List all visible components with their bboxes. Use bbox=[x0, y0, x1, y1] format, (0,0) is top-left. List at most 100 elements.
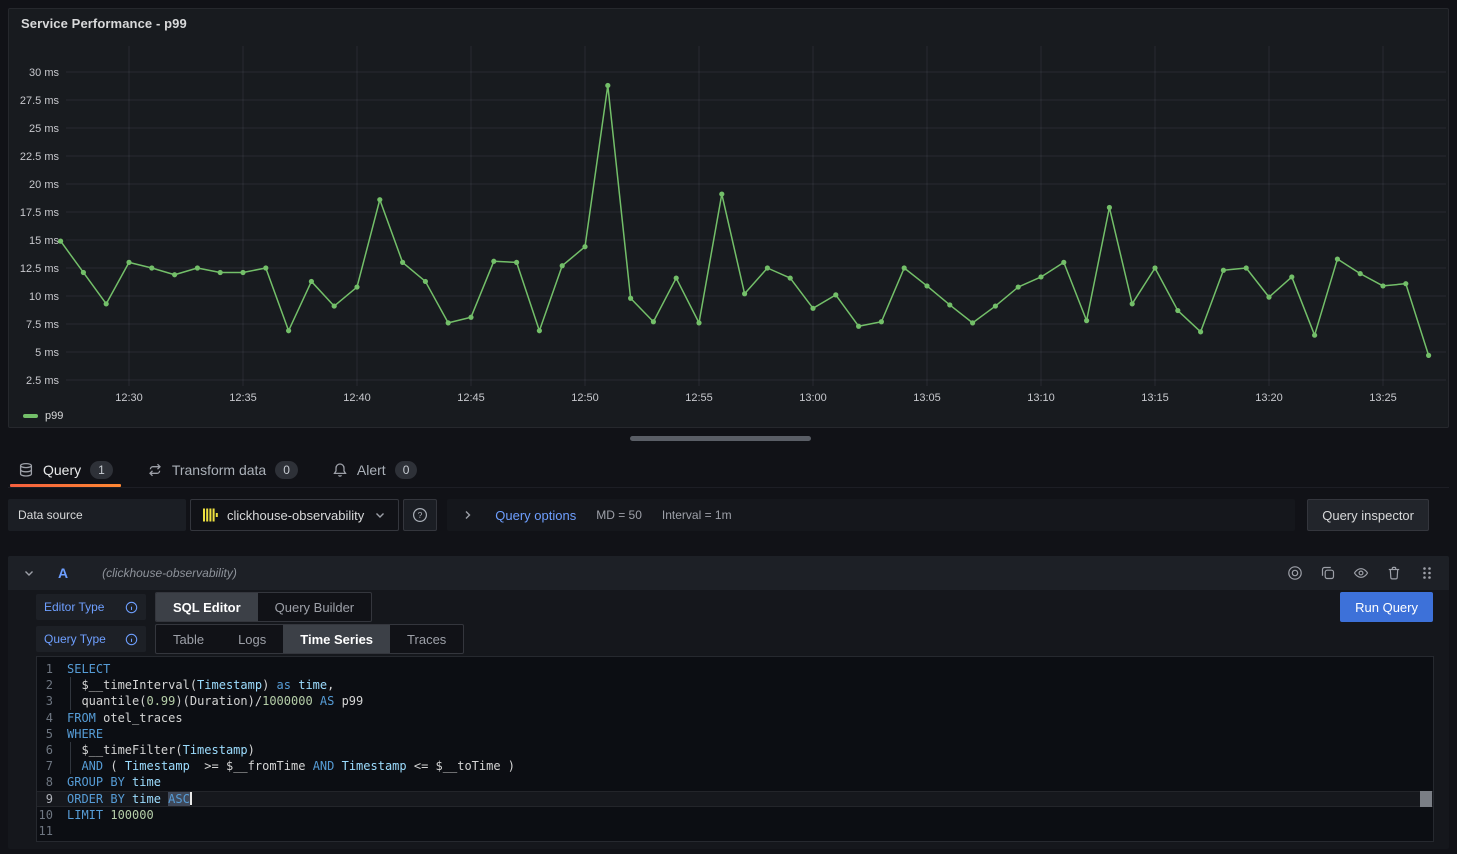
code-line-3[interactable]: 3 quantile(0.99)(Duration)/1000000 AS p9… bbox=[37, 693, 1433, 709]
code-text: $__timeFilter(Timestamp) bbox=[67, 742, 255, 758]
query-type-option-logs[interactable]: Logs bbox=[221, 625, 283, 653]
svg-text:13:00: 13:00 bbox=[799, 392, 827, 404]
datasource-help-button[interactable]: ? bbox=[403, 499, 437, 531]
info-icon[interactable] bbox=[125, 633, 138, 646]
code-line-5[interactable]: 5WHERE bbox=[37, 726, 1433, 742]
svg-text:13:05: 13:05 bbox=[913, 392, 941, 404]
database-icon bbox=[18, 462, 34, 478]
svg-text:30 ms: 30 ms bbox=[29, 67, 59, 79]
line-number: 5 bbox=[37, 726, 67, 742]
indent-guide bbox=[70, 677, 71, 693]
code-text: ORDER BY time ASC bbox=[67, 791, 192, 807]
chevron-down-icon bbox=[373, 508, 387, 522]
svg-text:17.5 ms: 17.5 ms bbox=[20, 207, 60, 219]
query-type-field-label: Query Type bbox=[36, 626, 146, 652]
transform-icon bbox=[147, 462, 163, 478]
query-type-label-text: Query Type bbox=[44, 632, 106, 646]
code-line-2[interactable]: 2 $__timeInterval(Timestamp) as time, bbox=[37, 677, 1433, 693]
svg-text:22.5 ms: 22.5 ms bbox=[20, 151, 60, 163]
indent-guide bbox=[70, 742, 71, 758]
code-text: GROUP BY time bbox=[67, 774, 161, 790]
editor-type-field-label: Editor Type bbox=[36, 594, 146, 620]
query-ref-id: A bbox=[58, 565, 68, 581]
query-row-header[interactable]: A (clickhouse-observability) bbox=[8, 556, 1449, 590]
editor-type-option-query-builder[interactable]: Query Builder bbox=[258, 593, 371, 621]
tab-count-badge: 0 bbox=[395, 461, 418, 479]
tab-label: Transform data bbox=[172, 462, 266, 478]
tab-label: Alert bbox=[357, 462, 386, 478]
sql-code-editor[interactable]: 1SELECT2 $__timeInterval(Timestamp) as t… bbox=[36, 656, 1434, 842]
legend-item-p99[interactable]: p99 bbox=[23, 410, 63, 422]
query-type-option-traces[interactable]: Traces bbox=[390, 625, 463, 653]
editor-type-label-text: Editor Type bbox=[44, 600, 104, 614]
svg-text:?: ? bbox=[418, 510, 423, 520]
svg-text:5 ms: 5 ms bbox=[35, 347, 59, 359]
line-number: 6 bbox=[37, 742, 67, 758]
svg-text:27.5 ms: 27.5 ms bbox=[20, 95, 60, 107]
tab-alert[interactable]: Alert 0 bbox=[322, 452, 427, 487]
time-series-panel: Service Performance - p99 2.5 ms5 ms7.5 … bbox=[8, 8, 1449, 428]
legend-swatch bbox=[23, 414, 38, 418]
tab-query[interactable]: Query 1 bbox=[8, 452, 123, 487]
line-number: 4 bbox=[37, 710, 67, 726]
tab-count-badge: 1 bbox=[90, 461, 113, 479]
code-text: $__timeInterval(Timestamp) as time, bbox=[67, 677, 334, 693]
code-line-4[interactable]: 4FROM otel_traces bbox=[37, 710, 1433, 726]
query-type-option-table[interactable]: Table bbox=[156, 625, 221, 653]
legend-label: p99 bbox=[45, 410, 63, 422]
editor-type-option-sql-editor[interactable]: SQL Editor bbox=[156, 593, 258, 621]
info-icon[interactable] bbox=[125, 601, 138, 614]
line-number: 10 bbox=[37, 807, 67, 823]
editor-overview-cursor-marker bbox=[1420, 791, 1432, 807]
collapse-chevron-down-icon[interactable] bbox=[22, 566, 36, 580]
query-inspector-button[interactable]: Query inspector bbox=[1307, 499, 1429, 531]
code-text: WHERE bbox=[67, 726, 103, 742]
run-query-button[interactable]: Run Query bbox=[1340, 592, 1433, 622]
eye-icon[interactable] bbox=[1353, 565, 1369, 581]
svg-text:20 ms: 20 ms bbox=[29, 179, 59, 191]
panel-title[interactable]: Service Performance - p99 bbox=[21, 16, 187, 31]
code-text: quantile(0.99)(Duration)/1000000 AS p99 bbox=[67, 693, 363, 709]
tab-transform-data[interactable]: Transform data 0 bbox=[137, 452, 308, 487]
trash-icon[interactable] bbox=[1386, 565, 1402, 581]
line-number: 8 bbox=[37, 774, 67, 790]
datasource-label: Data source bbox=[8, 499, 186, 531]
code-line-11[interactable]: 11 bbox=[37, 823, 1433, 839]
svg-text:12:50: 12:50 bbox=[571, 392, 599, 404]
line-number: 2 bbox=[37, 677, 67, 693]
code-line-10[interactable]: 10LIMIT 100000 bbox=[37, 807, 1433, 823]
svg-text:13:25: 13:25 bbox=[1369, 392, 1397, 404]
code-line-8[interactable]: 8GROUP BY time bbox=[37, 774, 1433, 790]
datasource-toolbar: Data source clickhouse-observability ? Q… bbox=[8, 499, 1429, 531]
indent-guide bbox=[70, 693, 71, 709]
max-data-points-value: MD = 50 bbox=[596, 508, 642, 522]
code-line-7[interactable]: 7 AND ( Timestamp >= $__fromTime AND Tim… bbox=[37, 758, 1433, 774]
svg-text:2.5 ms: 2.5 ms bbox=[26, 375, 60, 387]
query-row-card: A (clickhouse-observability) bbox=[8, 556, 1449, 849]
line-number: 3 bbox=[37, 693, 67, 709]
code-line-9[interactable]: 9ORDER BY time ASC bbox=[37, 791, 1433, 807]
line-number: 7 bbox=[37, 758, 67, 774]
svg-text:13:10: 13:10 bbox=[1027, 392, 1055, 404]
panel-edit-tabbar: Query 1 Transform data 0 Alert 0 bbox=[8, 452, 1449, 488]
code-text: SELECT bbox=[67, 661, 110, 677]
query-options-link[interactable]: Query options bbox=[495, 508, 576, 523]
code-line-1[interactable]: 1SELECT bbox=[37, 661, 1433, 677]
svg-text:12.5 ms: 12.5 ms bbox=[20, 263, 60, 275]
svg-text:25 ms: 25 ms bbox=[29, 123, 59, 135]
code-text: LIMIT 100000 bbox=[67, 807, 154, 823]
line-number: 11 bbox=[37, 823, 67, 839]
code-line-6[interactable]: 6 $__timeFilter(Timestamp) bbox=[37, 742, 1433, 758]
clickhouse-icon bbox=[202, 507, 218, 523]
svg-text:13:15: 13:15 bbox=[1141, 392, 1169, 404]
query-type-option-time-series[interactable]: Time Series bbox=[283, 625, 390, 653]
drag-handle-icon[interactable] bbox=[1419, 565, 1435, 581]
datasource-picker[interactable]: clickhouse-observability bbox=[190, 499, 399, 531]
disable-query-icon[interactable] bbox=[1287, 565, 1303, 581]
chevron-right-icon[interactable] bbox=[461, 508, 475, 522]
line-number: 9 bbox=[37, 791, 67, 807]
horizontal-scrollbar-thumb[interactable] bbox=[630, 436, 811, 441]
time-series-chart[interactable]: 2.5 ms5 ms7.5 ms10 ms12.5 ms15 ms17.5 ms… bbox=[9, 9, 1448, 427]
duplicate-query-icon[interactable] bbox=[1320, 565, 1336, 581]
svg-text:12:45: 12:45 bbox=[457, 392, 485, 404]
